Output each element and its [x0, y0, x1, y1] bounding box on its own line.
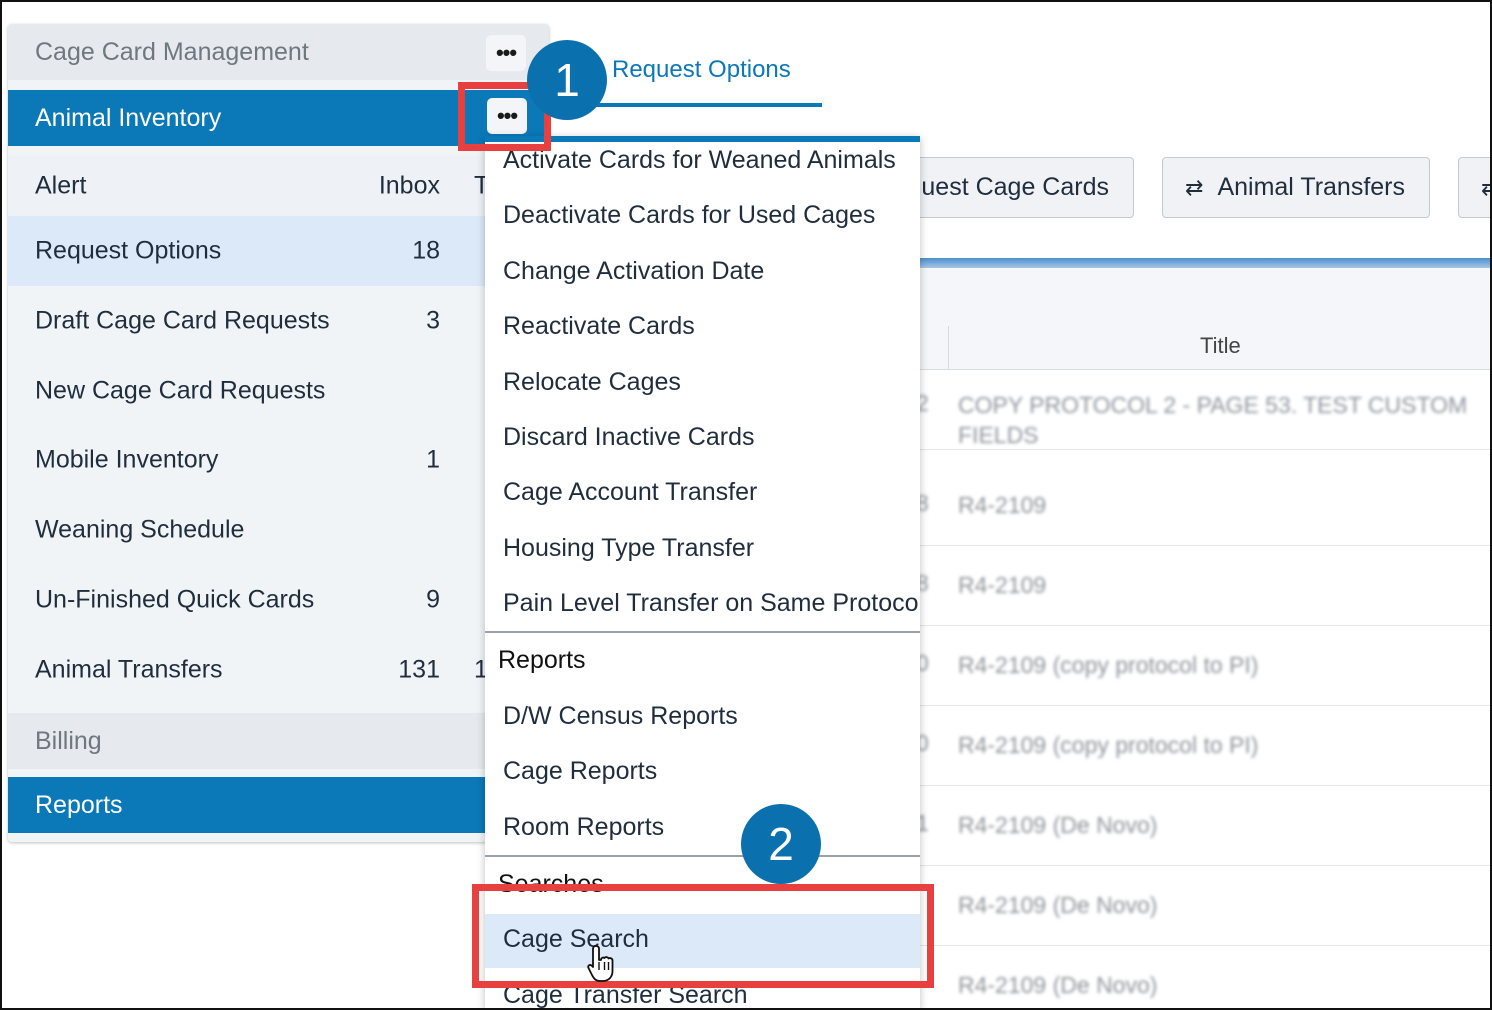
menu-item-reactivate-cards[interactable]: Reactivate Cards — [503, 312, 695, 341]
table-cell-title: R4-2109 (De Novo) — [958, 892, 1158, 918]
table-cell-title: R4-2109 — [958, 572, 1047, 598]
transfer-icon: ⇄ — [1185, 174, 1204, 200]
row-label: New Cage Card Requests — [35, 376, 326, 405]
menu-item-room-reports[interactable]: Room Reports — [503, 813, 664, 842]
row-inbox-count: 1 — [426, 445, 440, 474]
column-header: Alert Inbox To — [8, 156, 549, 216]
menu-item-activate-cards[interactable]: Activate Cards for Weaned Animals — [503, 146, 896, 175]
menu-item-discard-inactive-cards[interactable]: Discard Inactive Cards — [503, 423, 754, 452]
row-label: Weaning Schedule — [35, 515, 245, 544]
row-inbox-count: 131 — [398, 655, 440, 684]
button-label: quest Cage Cards — [907, 173, 1109, 201]
animal-inventory-dropdown-menu: Activate Cards for Weaned Animals Deacti… — [485, 136, 920, 1010]
column-divider — [948, 326, 949, 370]
transfer-icon: ⇄ — [1481, 175, 1492, 201]
column-alert: Alert — [35, 171, 87, 200]
menu-item-pain-level-transfer[interactable]: Pain Level Transfer on Same Protocol — [503, 589, 920, 618]
more-transfers-button[interactable]: ⇄ — [1458, 157, 1492, 218]
sidebar-item-mobile-inventory[interactable]: Mobile Inventory 1 — [8, 425, 549, 495]
row-inbox-count: 3 — [426, 306, 440, 335]
menu-group-reports: Reports — [498, 646, 586, 674]
row-label: Animal Transfers — [35, 655, 223, 684]
sidebar-item-unfinished-quick-cards[interactable]: Un-Finished Quick Cards 9 — [8, 565, 549, 635]
table-cell-title: R4-2109 (copy protocol to PI) — [958, 732, 1259, 758]
sidebar-item-animal-transfers[interactable]: Animal Transfers 131 1 — [8, 635, 549, 705]
menu-item-relocate-cages[interactable]: Relocate Cages — [503, 368, 681, 397]
sidebar-item-request-options[interactable]: Request Options 18 — [8, 216, 549, 286]
section-cage-card-management[interactable]: Cage Card Management — [8, 24, 549, 80]
row-label: Un-Finished Quick Cards — [35, 585, 315, 614]
section-title: Cage Card Management — [35, 37, 309, 66]
menu-item-cage-reports[interactable]: Cage Reports — [503, 757, 657, 786]
table-cell-title: R4-2109 (De Novo) — [958, 972, 1158, 998]
table-top-band — [900, 258, 1492, 268]
menu-divider — [485, 631, 920, 633]
callout-highlight-cage-search — [472, 884, 934, 988]
row-inbox-count: 9 — [426, 585, 440, 614]
callout-badge-1: 1 — [527, 40, 607, 120]
table-cell-title: COPY PROTOCOL 2 - PAGE 53. TEST CUSTOM F… — [958, 392, 1468, 448]
row-inbox-count: 18 — [412, 236, 440, 265]
sidebar-item-new-cage-card-requests[interactable]: New Cage Card Requests — [8, 356, 549, 426]
section-billing[interactable]: Billing — [8, 713, 549, 769]
column-title-header[interactable]: Title — [1200, 333, 1241, 359]
section-title: Billing — [35, 726, 102, 755]
table-header — [900, 268, 1492, 370]
sidebar-item-draft-cage-card-requests[interactable]: Draft Cage Card Requests 3 — [8, 286, 549, 356]
column-inbox: Inbox — [378, 171, 440, 200]
animal-transfers-button[interactable]: ⇄ Animal Transfers — [1162, 157, 1430, 218]
more-options-icon[interactable]: ••• — [486, 35, 526, 71]
row-label: Mobile Inventory — [35, 445, 219, 474]
section-title: Reports — [35, 790, 123, 819]
table-cell-title: R4-2109 — [958, 492, 1047, 518]
menu-item-housing-type-transfer[interactable]: Housing Type Transfer — [503, 534, 754, 563]
menu-item-deactivate-cards[interactable]: Deactivate Cards for Used Cages — [503, 201, 875, 230]
hand-pointer-icon — [587, 945, 614, 982]
tab-request-options[interactable]: Request Options — [612, 56, 791, 84]
menu-item-dw-census-reports[interactable]: D/W Census Reports — [503, 702, 738, 731]
button-label: Animal Transfers — [1217, 173, 1405, 201]
section-reports[interactable]: Reports — [8, 777, 549, 833]
table-cell-title: R4-2109 (De Novo) — [958, 812, 1158, 838]
menu-item-cage-account-transfer[interactable]: Cage Account Transfer — [503, 478, 757, 507]
callout-badge-2: 2 — [741, 804, 821, 884]
menu-divider — [485, 855, 920, 857]
sidebar-item-weaning-schedule[interactable]: Weaning Schedule — [8, 495, 549, 565]
row-label: Request Options — [35, 236, 222, 265]
section-title: Animal Inventory — [35, 103, 222, 132]
menu-item-change-activation-date[interactable]: Change Activation Date — [503, 257, 764, 286]
row-label: Draft Cage Card Requests — [35, 306, 330, 335]
table-cell-title: R4-2109 (copy protocol to PI) — [958, 652, 1259, 678]
active-tab-indicator — [594, 103, 822, 107]
